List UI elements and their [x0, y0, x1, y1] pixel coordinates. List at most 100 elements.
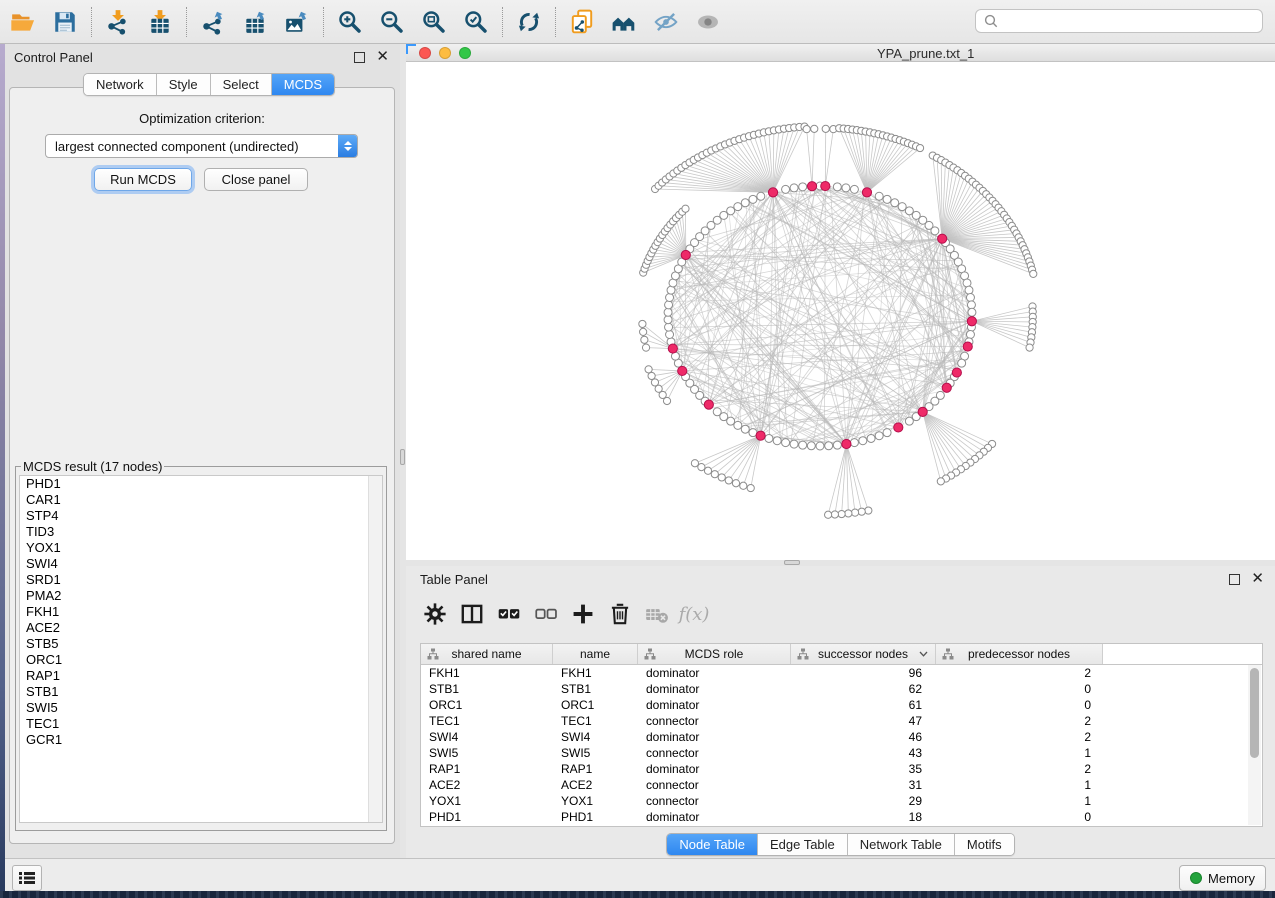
splitter-grip[interactable]	[400, 449, 405, 465]
graph-leaf-node[interactable]	[831, 511, 838, 518]
graph-node[interactable]	[765, 434, 773, 442]
graph-leaf-node[interactable]	[838, 510, 845, 517]
table-row[interactable]: STB1STB1dominator620	[421, 681, 1262, 697]
graph-node[interactable]	[958, 359, 966, 367]
graph-node[interactable]	[825, 442, 833, 450]
graph-node[interactable]	[867, 434, 875, 442]
graph-leaf-node[interactable]	[718, 474, 725, 481]
graph-node[interactable]	[883, 195, 891, 203]
graph-node[interactable]	[666, 331, 674, 339]
column-header-predecessor-nodes[interactable]: predecessor nodes	[936, 644, 1103, 664]
close-panel-button[interactable]: Close panel	[204, 168, 308, 191]
function-builder-button[interactable]: f(x)	[679, 598, 709, 630]
export-table-button[interactable]	[234, 3, 276, 41]
minimize-window-icon[interactable]	[439, 47, 451, 59]
graph-node[interactable]	[782, 185, 790, 193]
graph-dominator-node[interactable]	[678, 366, 687, 375]
graph-node[interactable]	[963, 279, 971, 287]
copy-network-button[interactable]	[561, 3, 603, 41]
float-panel-icon[interactable]	[354, 52, 365, 63]
column-header-successor-nodes[interactable]: successor nodes	[791, 644, 936, 664]
graph-node[interactable]	[757, 192, 765, 200]
graph-leaf-node[interactable]	[704, 467, 711, 474]
mcds-result-item[interactable]: SWI4	[20, 556, 382, 572]
table-settings-button[interactable]	[420, 598, 450, 630]
table-row[interactable]: RAP1RAP1dominator352	[421, 761, 1262, 777]
mcds-result-item[interactable]: RAP1	[20, 668, 382, 684]
graph-leaf-node[interactable]	[811, 125, 818, 132]
graph-leaf-node[interactable]	[732, 480, 739, 487]
graph-node[interactable]	[816, 442, 824, 450]
graph-dominator-node[interactable]	[821, 181, 830, 190]
graph-leaf-node[interactable]	[803, 126, 810, 133]
graph-leaf-node[interactable]	[916, 144, 923, 151]
unselect-all-columns-button[interactable]	[531, 598, 561, 630]
graph-dominator-node[interactable]	[963, 342, 972, 351]
run-mcds-button[interactable]: Run MCDS	[94, 168, 192, 191]
graph-node[interactable]	[833, 441, 841, 449]
add-column-button[interactable]	[568, 598, 598, 630]
graph-leaf-node[interactable]	[825, 511, 832, 518]
network-graph[interactable]	[406, 62, 1275, 560]
graph-node[interactable]	[891, 199, 899, 207]
graph-node[interactable]	[664, 308, 672, 316]
criterion-dropdown[interactable]: largest connected component (undirected)	[45, 134, 358, 158]
show-all-button[interactable]	[687, 3, 729, 41]
mcds-result-item[interactable]: SWI5	[20, 700, 382, 716]
table-row[interactable]: SWI5SWI5connector431	[421, 745, 1262, 761]
import-table-button[interactable]	[139, 3, 181, 41]
graph-node[interactable]	[966, 331, 974, 339]
export-network-button[interactable]	[192, 3, 234, 41]
table-row[interactable]: PHD1PHD1dominator180	[421, 809, 1262, 825]
close-panel-icon[interactable]: ✕	[376, 52, 389, 62]
column-header-MCDS-role[interactable]: MCDS role	[638, 644, 791, 664]
graph-node[interactable]	[965, 286, 973, 294]
clear-table-button[interactable]	[642, 598, 672, 630]
table-row[interactable]: ORC1ORC1dominator610	[421, 697, 1262, 713]
table-scrollbar-thumb[interactable]	[1250, 668, 1259, 758]
graph-leaf-node[interactable]	[1030, 270, 1037, 277]
graph-dominator-node[interactable]	[756, 431, 765, 440]
graph-leaf-node[interactable]	[865, 507, 872, 514]
table-row[interactable]: SWI4SWI4dominator462	[421, 729, 1262, 745]
graph-leaf-node[interactable]	[740, 482, 747, 489]
graph-leaf-node[interactable]	[747, 484, 754, 491]
graph-dominator-node[interactable]	[967, 317, 976, 326]
table-row[interactable]: ACE2ACE2connector311	[421, 777, 1262, 793]
graph-node[interactable]	[741, 425, 749, 433]
graph-node[interactable]	[905, 417, 913, 425]
graph-dominator-node[interactable]	[704, 400, 713, 409]
zoom-fit-button[interactable]	[413, 3, 455, 41]
graph-node[interactable]	[966, 293, 974, 301]
graph-leaf-node[interactable]	[1026, 344, 1033, 351]
mcds-result-item[interactable]: CAR1	[20, 492, 382, 508]
graph-node[interactable]	[749, 195, 757, 203]
tab-node-table[interactable]: Node Table	[667, 834, 758, 855]
graph-leaf-node[interactable]	[639, 320, 646, 327]
graph-leaf-node[interactable]	[682, 205, 689, 212]
graph-dominator-node[interactable]	[668, 344, 677, 353]
mcds-result-item[interactable]: ACE2	[20, 620, 382, 636]
tab-style[interactable]: Style	[157, 74, 211, 95]
select-all-columns-button[interactable]	[494, 598, 524, 630]
tab-network[interactable]: Network	[84, 74, 157, 95]
network-canvas[interactable]	[406, 62, 1275, 560]
graph-dominator-node[interactable]	[942, 383, 951, 392]
zoom-out-button[interactable]	[371, 3, 413, 41]
mcds-result-item[interactable]: STP4	[20, 508, 382, 524]
graph-leaf-node[interactable]	[851, 509, 858, 516]
save-button[interactable]	[44, 3, 86, 41]
graph-leaf-node[interactable]	[845, 510, 852, 517]
mcds-result-item[interactable]: FKH1	[20, 604, 382, 620]
table-row[interactable]: TEC1TEC1connector472	[421, 713, 1262, 729]
mcds-result-item[interactable]: PHD1	[20, 476, 382, 492]
graph-node[interactable]	[799, 183, 807, 191]
graph-node[interactable]	[665, 301, 673, 309]
search-input[interactable]	[1004, 13, 1254, 30]
table-scrollbar-track[interactable]	[1248, 665, 1261, 825]
mcds-result-item[interactable]: STB1	[20, 684, 382, 700]
mcds-result-item[interactable]: PMA2	[20, 588, 382, 604]
open-button[interactable]	[2, 3, 44, 41]
export-image-button[interactable]	[276, 3, 318, 41]
memory-button[interactable]: Memory	[1179, 865, 1266, 891]
